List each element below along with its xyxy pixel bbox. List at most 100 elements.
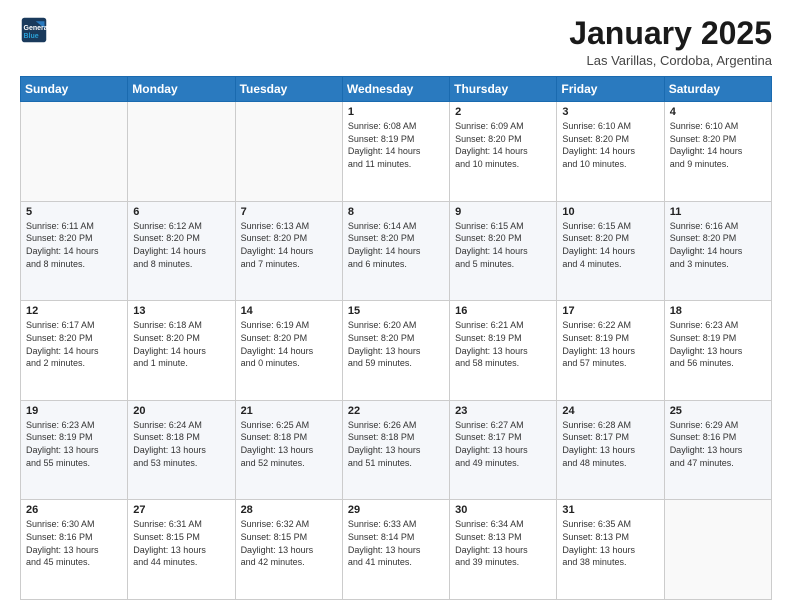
day-number: 6 (133, 206, 229, 218)
cell-text-line: Sunrise: 6:22 AM (562, 319, 658, 332)
cell-text-line: Daylight: 14 hours (133, 245, 229, 258)
cell-text-line: Sunset: 8:20 PM (241, 232, 337, 245)
calendar-cell: 25Sunrise: 6:29 AMSunset: 8:16 PMDayligh… (664, 400, 771, 500)
day-number: 26 (26, 504, 122, 516)
calendar-cell: 18Sunrise: 6:23 AMSunset: 8:19 PMDayligh… (664, 301, 771, 401)
cell-text-line: Daylight: 13 hours (26, 444, 122, 457)
weekday-header-sunday: Sunday (21, 77, 128, 102)
day-number: 30 (455, 504, 551, 516)
cell-text-line: Sunrise: 6:12 AM (133, 220, 229, 233)
calendar-cell: 21Sunrise: 6:25 AMSunset: 8:18 PMDayligh… (235, 400, 342, 500)
cell-text-line: and 5 minutes. (455, 258, 551, 271)
cell-text-line: Sunrise: 6:10 AM (562, 120, 658, 133)
cell-text-line: Daylight: 13 hours (133, 444, 229, 457)
cell-text-line: Daylight: 13 hours (26, 544, 122, 557)
cell-text-line: Daylight: 13 hours (455, 345, 551, 358)
cell-text-line: Sunset: 8:20 PM (26, 332, 122, 345)
day-number: 18 (670, 305, 766, 317)
cell-text-line: Daylight: 14 hours (562, 245, 658, 258)
cell-text-line: Daylight: 13 hours (241, 444, 337, 457)
weekday-header-tuesday: Tuesday (235, 77, 342, 102)
day-number: 7 (241, 206, 337, 218)
cell-text-line: Daylight: 14 hours (26, 345, 122, 358)
cell-text-line: and 8 minutes. (26, 258, 122, 271)
day-number: 8 (348, 206, 444, 218)
cell-text-line: Daylight: 13 hours (455, 544, 551, 557)
day-number: 21 (241, 405, 337, 417)
page: General Blue January 2025 Las Varillas, … (0, 0, 792, 612)
svg-text:General: General (24, 25, 49, 32)
calendar-cell: 13Sunrise: 6:18 AMSunset: 8:20 PMDayligh… (128, 301, 235, 401)
day-number: 14 (241, 305, 337, 317)
calendar-cell: 6 Sunrise: 6:12 AMSunset: 8:20 PMDaylight… (128, 201, 235, 301)
week-row-5: 26Sunrise: 6:30 AMSunset: 8:16 PMDayligh… (21, 500, 772, 600)
cell-text-line: and 3 minutes. (670, 258, 766, 271)
cell-text-line: Sunrise: 6:11 AM (26, 220, 122, 233)
weekday-header-monday: Monday (128, 77, 235, 102)
day-number: 22 (348, 405, 444, 417)
calendar-cell: 19Sunrise: 6:23 AMSunset: 8:19 PMDayligh… (21, 400, 128, 500)
cell-text-line: Daylight: 13 hours (348, 444, 444, 457)
weekday-header-wednesday: Wednesday (342, 77, 449, 102)
week-row-2: 5Sunrise: 6:11 AMSunset: 8:20 PMDaylight… (21, 201, 772, 301)
day-number: 12 (26, 305, 122, 317)
day-number: 5 (26, 206, 122, 218)
calendar-cell (21, 102, 128, 202)
cell-text-line: and 55 minutes. (26, 457, 122, 470)
cell-text-line: Sunrise: 6:35 AM (562, 518, 658, 531)
cell-text-line: and 42 minutes. (241, 556, 337, 569)
calendar-cell: 30Sunrise: 6:34 AMSunset: 8:13 PMDayligh… (450, 500, 557, 600)
cell-text-line: Sunrise: 6:15 AM (455, 220, 551, 233)
cell-text-line: Sunset: 8:15 PM (133, 531, 229, 544)
cell-text-line: and 52 minutes. (241, 457, 337, 470)
cell-text-line: and 48 minutes. (562, 457, 658, 470)
cell-text-line: Daylight: 14 hours (562, 145, 658, 158)
cell-text-line: and 51 minutes. (348, 457, 444, 470)
cell-text-line: Daylight: 14 hours (241, 245, 337, 258)
cell-text-line: Sunrise: 6:34 AM (455, 518, 551, 531)
calendar-cell: 23Sunrise: 6:27 AMSunset: 8:17 PMDayligh… (450, 400, 557, 500)
svg-text:Blue: Blue (24, 33, 39, 40)
cell-text-line: Sunset: 8:19 PM (348, 133, 444, 146)
day-number: 3 (562, 106, 658, 118)
cell-text-line: Sunrise: 6:10 AM (670, 120, 766, 133)
cell-text-line: Sunset: 8:19 PM (26, 431, 122, 444)
calendar-cell: 9Sunrise: 6:15 AMSunset: 8:20 PMDaylight… (450, 201, 557, 301)
calendar-cell: 2Sunrise: 6:09 AMSunset: 8:20 PMDaylight… (450, 102, 557, 202)
calendar-cell: 15Sunrise: 6:20 AMSunset: 8:20 PMDayligh… (342, 301, 449, 401)
cell-text-line: Sunset: 8:20 PM (670, 232, 766, 245)
calendar-cell: 12Sunrise: 6:17 AMSunset: 8:20 PMDayligh… (21, 301, 128, 401)
cell-text-line: Daylight: 14 hours (670, 145, 766, 158)
day-number: 1 (348, 106, 444, 118)
day-number: 10 (562, 206, 658, 218)
cell-text-line: Sunrise: 6:18 AM (133, 319, 229, 332)
calendar-cell (128, 102, 235, 202)
cell-text-line: Sunrise: 6:15 AM (562, 220, 658, 233)
cell-text-line: Sunset: 8:20 PM (133, 332, 229, 345)
cell-text-line: and 45 minutes. (26, 556, 122, 569)
day-number: 15 (348, 305, 444, 317)
weekday-header-friday: Friday (557, 77, 664, 102)
cell-text-line: Sunrise: 6:16 AM (670, 220, 766, 233)
calendar-cell: 31Sunrise: 6:35 AMSunset: 8:13 PMDayligh… (557, 500, 664, 600)
cell-text-line: Sunrise: 6:09 AM (455, 120, 551, 133)
cell-text-line: Daylight: 14 hours (241, 345, 337, 358)
logo-icon: General Blue (20, 16, 48, 44)
cell-text-line: Sunrise: 6:20 AM (348, 319, 444, 332)
cell-text-line: Daylight: 13 hours (670, 345, 766, 358)
cell-text-line: Sunset: 8:19 PM (670, 332, 766, 345)
month-title: January 2025 (569, 16, 772, 51)
cell-text-line: and 9 minutes. (670, 158, 766, 171)
cell-text-line: and 57 minutes. (562, 357, 658, 370)
day-number: 20 (133, 405, 229, 417)
day-number: 16 (455, 305, 551, 317)
calendar-cell: 8Sunrise: 6:14 AMSunset: 8:20 PMDaylight… (342, 201, 449, 301)
cell-text-line: and 4 minutes. (562, 258, 658, 271)
cell-text-line: and 53 minutes. (133, 457, 229, 470)
cell-text-line: Sunset: 8:20 PM (133, 232, 229, 245)
cell-text-line: and 47 minutes. (670, 457, 766, 470)
calendar-cell: 26Sunrise: 6:30 AMSunset: 8:16 PMDayligh… (21, 500, 128, 600)
cell-text-line: and 10 minutes. (455, 158, 551, 171)
cell-text-line: Sunrise: 6:24 AM (133, 419, 229, 432)
calendar-cell: 22Sunrise: 6:26 AMSunset: 8:18 PMDayligh… (342, 400, 449, 500)
